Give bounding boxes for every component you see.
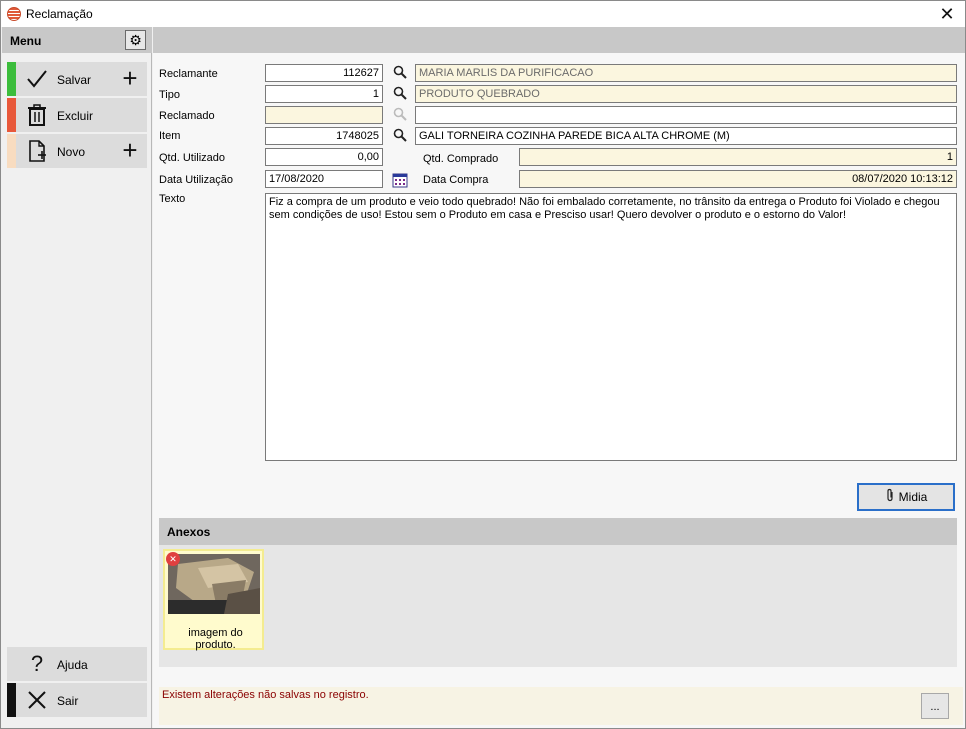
attachment-image[interactable] xyxy=(168,554,260,614)
calendar-icon[interactable] xyxy=(392,172,408,188)
midia-button[interactable]: Midia xyxy=(857,483,955,511)
qtd-utilizado-label: Qtd. Utilizado xyxy=(159,152,226,164)
question-icon: ? xyxy=(30,651,44,676)
item-label: Item xyxy=(159,130,181,142)
new-button[interactable]: Novo + xyxy=(7,134,147,168)
new-document-icon xyxy=(25,139,49,163)
anexos-header: Anexos xyxy=(159,518,957,545)
search-icon xyxy=(392,107,408,123)
exit-label: Sair xyxy=(57,694,79,708)
accent-bar xyxy=(7,98,16,132)
main-header xyxy=(153,27,965,53)
reclamado-code-field[interactable] xyxy=(265,106,383,124)
data-utilizacao-field[interactable]: 17/08/2020 xyxy=(265,170,383,188)
sidebar: Menu ⚙ Salvar + Excluir Novo + ? Ajuda S… xyxy=(2,27,152,728)
anexos-title: Anexos xyxy=(167,525,211,539)
accent-bar xyxy=(7,683,16,717)
delete-button[interactable]: Excluir xyxy=(7,98,147,132)
reclamado-name-field[interactable] xyxy=(415,106,957,124)
close-icon[interactable]: ✕ xyxy=(937,4,957,24)
status-message: Existem alterações não salvas no registr… xyxy=(162,689,369,701)
help-button[interactable]: ? Ajuda xyxy=(7,647,147,681)
delete-icon[interactable]: ✕ xyxy=(166,552,180,566)
reclamante-name-field: MARIA MARLIS DA PURIFICACAO xyxy=(415,64,957,82)
tipo-label: Tipo xyxy=(159,89,180,101)
reclamante-code-field[interactable]: 112627 xyxy=(265,64,383,82)
accent-bar xyxy=(7,134,16,168)
menu-title: Menu xyxy=(10,34,42,48)
exit-button[interactable]: Sair xyxy=(7,683,147,717)
app-window: Reclamação ✕ Menu ⚙ Salvar + Excluir Nov… xyxy=(0,0,966,729)
search-icon[interactable] xyxy=(392,128,408,144)
qtd-comprado-field: 1 xyxy=(519,148,957,166)
status-bar: Existem alterações não salvas no registr… xyxy=(159,687,963,725)
window-title: Reclamação xyxy=(26,7,93,21)
plus-icon[interactable]: + xyxy=(113,134,147,168)
more-button[interactable]: ... xyxy=(921,693,949,719)
check-icon xyxy=(25,67,49,91)
reclamante-label: Reclamante xyxy=(159,68,218,80)
item-code-field[interactable]: 1748025 xyxy=(265,127,383,145)
delete-label: Excluir xyxy=(57,109,94,123)
plus-icon[interactable]: + xyxy=(113,62,147,96)
paperclip-icon xyxy=(885,486,895,510)
new-label: Novo xyxy=(57,145,86,159)
qtd-comprado-label: Qtd. Comprado xyxy=(423,153,499,165)
texto-label: Texto xyxy=(159,193,186,205)
help-label: Ajuda xyxy=(57,658,88,672)
attachment-card[interactable]: ✕ imagem do produto. xyxy=(163,549,264,651)
item-name-field: GALI TORNEIRA COZINHA PAREDE BICA ALTA C… xyxy=(415,127,957,145)
accent-bar xyxy=(7,62,16,96)
tipo-name-field: PRODUTO QUEBRADO xyxy=(415,85,957,103)
qtd-utilizado-field[interactable]: 0,00 xyxy=(265,148,383,166)
attachment-caption: imagem do produto. xyxy=(188,627,243,651)
search-icon[interactable] xyxy=(392,86,408,102)
save-label: Salvar xyxy=(57,73,92,87)
data-compra-field: 08/07/2020 10:13:12 xyxy=(519,170,957,188)
tipo-code-field[interactable]: 1 xyxy=(265,85,383,103)
menu-header: Menu ⚙ xyxy=(2,27,152,53)
midia-label: Midia xyxy=(898,490,928,504)
accent-bar xyxy=(7,647,16,681)
title-bar: Reclamação ✕ xyxy=(1,1,965,27)
main-panel: Reclamante 112627 MARIA MARLIS DA PURIFI… xyxy=(153,27,965,728)
gear-icon[interactable]: ⚙ xyxy=(125,30,146,50)
close-icon xyxy=(25,688,49,712)
data-compra-label: Data Compra xyxy=(423,174,489,186)
data-utilizacao-label: Data Utilização xyxy=(159,174,233,186)
save-button[interactable]: Salvar + xyxy=(7,62,147,96)
trash-icon xyxy=(25,103,49,127)
anexos-panel: Anexos ✕ imagem do produto. xyxy=(159,518,957,667)
texto-textarea[interactable]: Fiz a compra de um produto e veio todo q… xyxy=(265,193,957,461)
search-icon[interactable] xyxy=(392,65,408,81)
reclamado-label: Reclamado xyxy=(159,110,215,122)
app-icon xyxy=(7,7,21,21)
